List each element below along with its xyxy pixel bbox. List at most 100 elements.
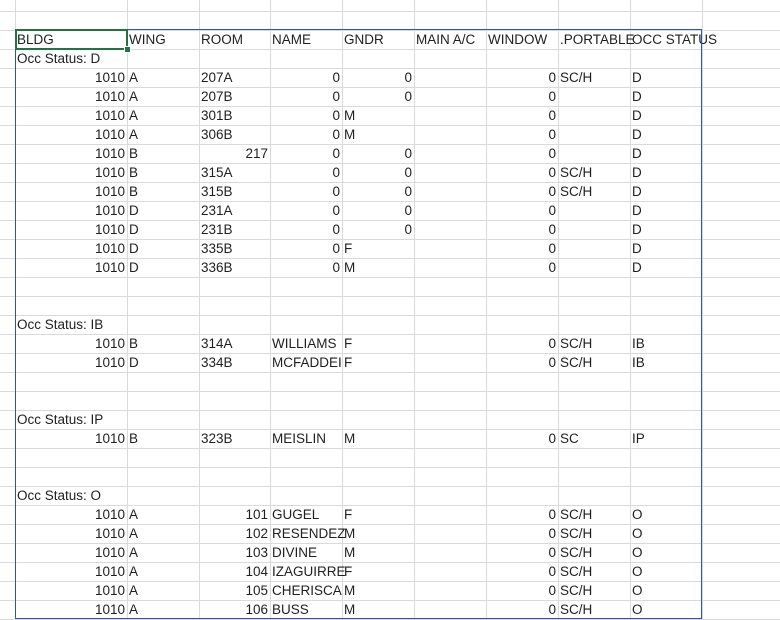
group-label-cell[interactable]: Occ Status: IP	[15, 410, 255, 429]
main-ac-cell[interactable]: 0	[486, 581, 558, 600]
wing-cell[interactable]: D	[127, 220, 199, 239]
gndr-cell[interactable]: F	[342, 562, 414, 581]
bldg-cell[interactable]: 1010	[15, 505, 127, 524]
name-cell[interactable]: 0	[270, 201, 342, 220]
main-ac-cell[interactable]: 0	[486, 68, 558, 87]
room-cell[interactable]: 106	[199, 600, 270, 619]
group-label-cell[interactable]: Occ Status: IB	[15, 315, 255, 334]
wing-cell[interactable]: B	[127, 334, 199, 353]
header-cell[interactable]: ROOM	[199, 30, 270, 49]
occ-status-cell[interactable]: D	[630, 68, 702, 87]
main-ac-cell[interactable]: 0	[486, 524, 558, 543]
room-cell[interactable]: 306B	[199, 125, 270, 144]
name-cell[interactable]: BUSS	[270, 600, 342, 619]
main-ac-cell[interactable]: 0	[486, 600, 558, 619]
bldg-cell[interactable]: 1010	[15, 182, 127, 201]
name-cell[interactable]: 0	[270, 239, 342, 258]
name-cell[interactable]: 0	[270, 144, 342, 163]
main-ac-cell[interactable]: 0	[486, 505, 558, 524]
gndr-cell[interactable]: 0	[342, 87, 414, 106]
bldg-cell[interactable]: 1010	[15, 163, 127, 182]
window-cell[interactable]: SC/H	[558, 68, 630, 87]
name-cell[interactable]: 0	[270, 220, 342, 239]
occ-status-cell[interactable]: D	[630, 106, 702, 125]
header-cell[interactable]: NAME	[270, 30, 342, 49]
bldg-cell[interactable]: 1010	[15, 353, 127, 372]
name-cell[interactable]: 0	[270, 68, 342, 87]
wing-cell[interactable]: B	[127, 163, 199, 182]
occ-status-cell[interactable]: D	[630, 182, 702, 201]
window-cell[interactable]: SC/H	[558, 600, 630, 619]
wing-cell[interactable]: B	[127, 182, 199, 201]
main-ac-cell[interactable]: 0	[486, 562, 558, 581]
wing-cell[interactable]: D	[127, 353, 199, 372]
bldg-cell[interactable]: 1010	[15, 125, 127, 144]
name-cell[interactable]: MCFADDEI	[270, 353, 342, 372]
group-label-cell[interactable]: Occ Status: D	[15, 49, 255, 68]
bldg-cell[interactable]: 1010	[15, 524, 127, 543]
wing-cell[interactable]: D	[127, 258, 199, 277]
occ-status-cell[interactable]: D	[630, 125, 702, 144]
room-cell[interactable]: 102	[199, 524, 270, 543]
window-cell[interactable]: SC/H	[558, 543, 630, 562]
wing-cell[interactable]: D	[127, 201, 199, 220]
main-ac-cell[interactable]: 0	[486, 258, 558, 277]
spreadsheet-grid[interactable]: BLDG WING ROOM NAME GNDR MAIN A/C WINDOW .PORTA…	[0, 0, 780, 620]
room-cell[interactable]: 301B	[199, 106, 270, 125]
occ-status-cell[interactable]: D	[630, 258, 702, 277]
header-cell[interactable]: GNDR	[342, 30, 414, 49]
gndr-cell[interactable]: M	[342, 600, 414, 619]
window-cell[interactable]: SC/H	[558, 505, 630, 524]
main-ac-cell[interactable]: 0	[486, 125, 558, 144]
occ-status-cell[interactable]: D	[630, 144, 702, 163]
room-cell[interactable]: 207B	[199, 87, 270, 106]
bldg-cell[interactable]: 1010	[15, 87, 127, 106]
group-label-cell[interactable]: Occ Status: O	[15, 486, 255, 505]
room-cell[interactable]: 207A	[199, 68, 270, 87]
bldg-cell[interactable]: 1010	[15, 68, 127, 87]
bldg-cell[interactable]: 1010	[15, 562, 127, 581]
gndr-cell[interactable]: 0	[342, 201, 414, 220]
room-cell[interactable]: 336B	[199, 258, 270, 277]
wing-cell[interactable]: A	[127, 562, 199, 581]
bldg-cell[interactable]: 1010	[15, 106, 127, 125]
occ-status-cell[interactable]: D	[630, 87, 702, 106]
occ-status-cell[interactable]: O	[630, 505, 702, 524]
header-cell[interactable]: BLDG	[15, 30, 127, 49]
main-ac-cell[interactable]: 0	[486, 334, 558, 353]
name-cell[interactable]: MEISLIN	[270, 429, 342, 448]
bldg-cell[interactable]: 1010	[15, 543, 127, 562]
occ-status-cell[interactable]: O	[630, 524, 702, 543]
name-cell[interactable]: IZAGUIRRE	[270, 562, 346, 581]
bldg-cell[interactable]: 1010	[15, 429, 127, 448]
main-ac-cell[interactable]: 0	[486, 144, 558, 163]
wing-cell[interactable]: A	[127, 543, 199, 562]
main-ac-cell[interactable]: 0	[486, 87, 558, 106]
gndr-cell[interactable]: F	[342, 239, 414, 258]
header-cell[interactable]: MAIN A/C	[414, 30, 486, 49]
bldg-cell[interactable]: 1010	[15, 144, 127, 163]
name-cell[interactable]: DIVINE	[270, 543, 342, 562]
occ-status-cell[interactable]: O	[630, 543, 702, 562]
bldg-cell[interactable]: 1010	[15, 201, 127, 220]
wing-cell[interactable]: B	[127, 429, 199, 448]
main-ac-cell[interactable]: 0	[486, 163, 558, 182]
gndr-cell[interactable]: M	[342, 125, 414, 144]
wing-cell[interactable]: A	[127, 68, 199, 87]
occ-status-cell[interactable]: D	[630, 220, 702, 239]
gndr-cell[interactable]: M	[342, 524, 414, 543]
gndr-cell[interactable]: 0	[342, 144, 414, 163]
bldg-cell[interactable]: 1010	[15, 334, 127, 353]
room-cell[interactable]: 323B	[199, 429, 270, 448]
gndr-cell[interactable]: M	[342, 543, 414, 562]
bldg-cell[interactable]: 1010	[15, 581, 127, 600]
room-cell[interactable]: 217	[199, 144, 270, 163]
gndr-cell[interactable]: F	[342, 334, 414, 353]
window-cell[interactable]: SC/H	[558, 182, 630, 201]
name-cell[interactable]: GUGEL	[270, 505, 342, 524]
wing-cell[interactable]: A	[127, 505, 199, 524]
name-cell[interactable]: 0	[270, 163, 342, 182]
wing-cell[interactable]: D	[127, 239, 199, 258]
gndr-cell[interactable]: M	[342, 581, 414, 600]
room-cell[interactable]: 315B	[199, 182, 270, 201]
